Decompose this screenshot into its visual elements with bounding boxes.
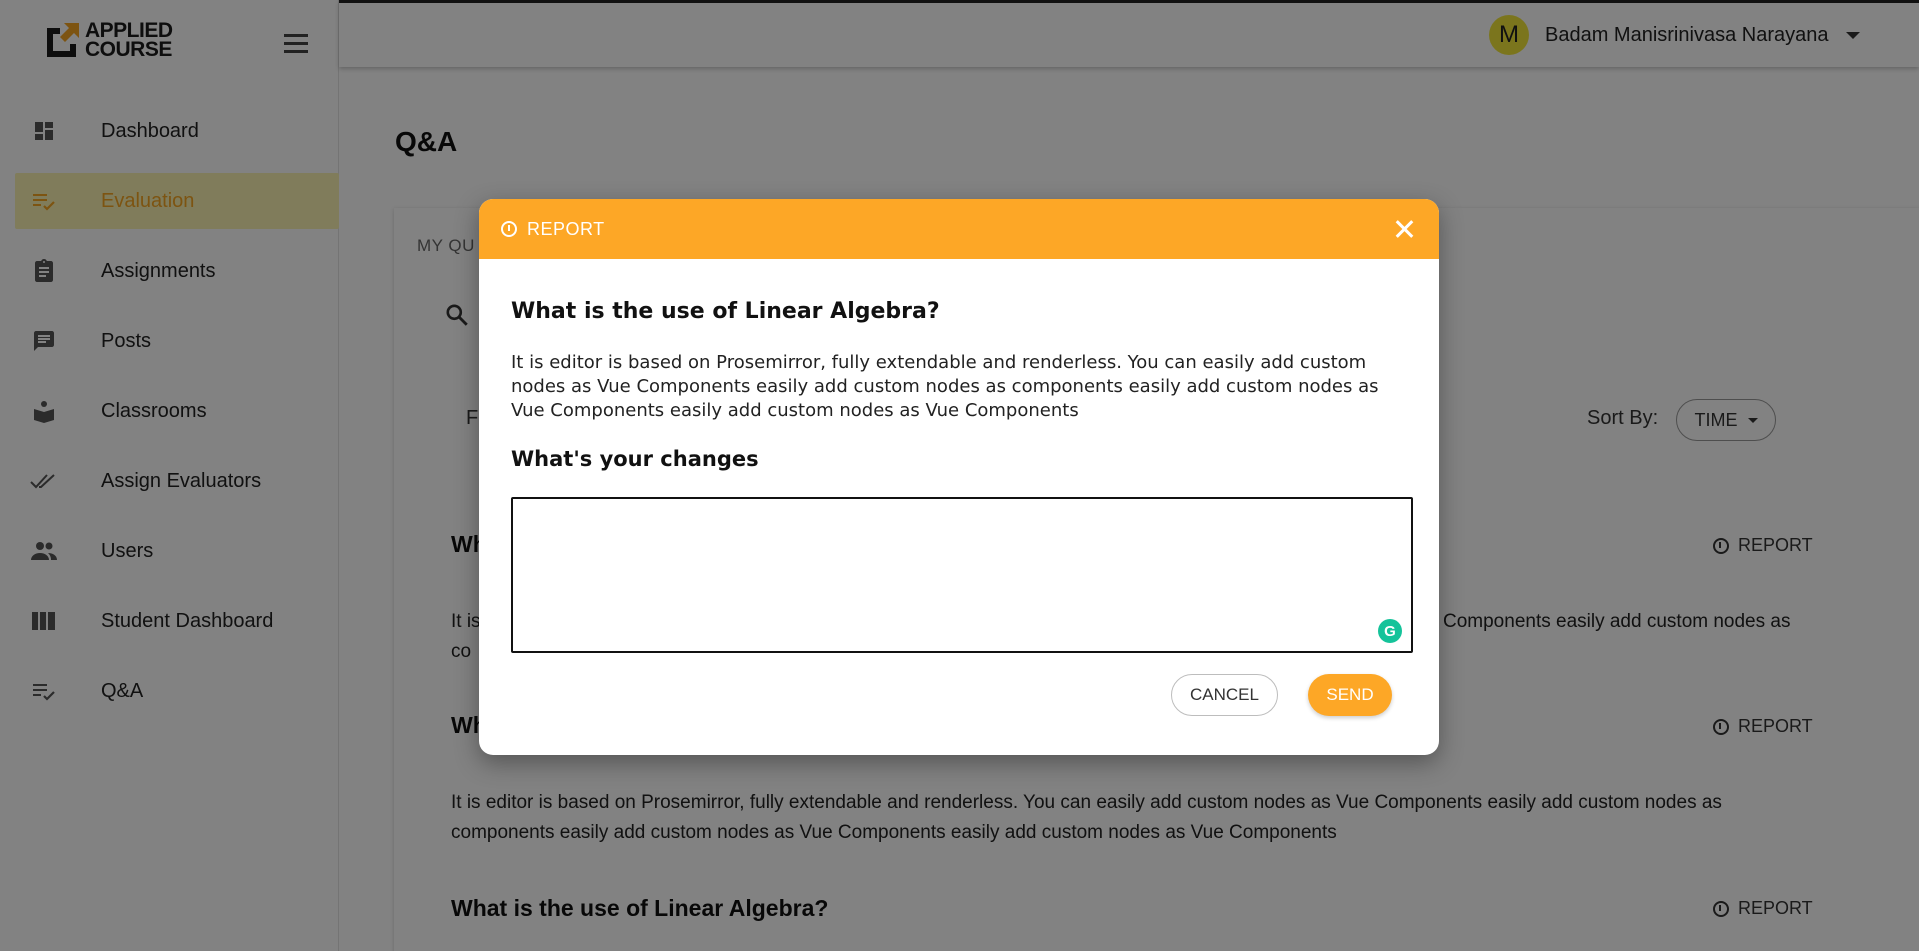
report-dialog: REPORT What is the use of Linear Algebra…: [479, 199, 1439, 755]
info-icon: [501, 221, 517, 237]
dialog-question-body: It is editor is based on Prosemirror, fu…: [511, 352, 1379, 421]
dialog-header: REPORT: [479, 199, 1439, 259]
cancel-button[interactable]: CANCEL: [1171, 674, 1278, 716]
grammarly-icon[interactable]: G: [1378, 619, 1402, 643]
changes-label: What's your changes: [511, 447, 759, 471]
dialog-question-title: What is the use of Linear Algebra?: [511, 299, 940, 324]
dialog-title: REPORT: [527, 218, 605, 239]
send-button[interactable]: SEND: [1308, 674, 1392, 716]
changes-textarea[interactable]: [511, 497, 1413, 653]
close-icon[interactable]: [1391, 215, 1419, 243]
